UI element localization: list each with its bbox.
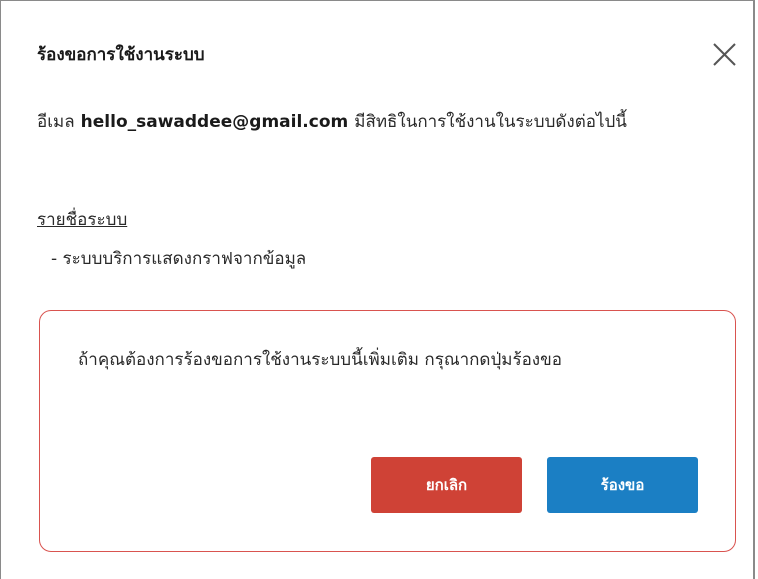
user-email: hello_sawaddee@gmail.com <box>80 112 349 132</box>
system-list-item: - ระบบบริการแสดงกราฟจากข้อมูล <box>51 249 307 269</box>
request-button[interactable]: ร้องขอ <box>547 457 698 513</box>
message-suffix: มีสิทธิในการใช้งานในระบบดังต่อไปนี้ <box>354 112 627 132</box>
system-list: - ระบบบริการแสดงกราฟจากข้อมูล <box>1 245 306 272</box>
cancel-button[interactable]: ยกเลิก <box>371 457 522 513</box>
request-access-dialog: ร้องขอการใช้งานระบบ อีเมล hello_sawaddee@… <box>0 0 755 579</box>
access-message: อีเมล hello_sawaddee@gmail.com มีสิทธิในกา… <box>37 105 727 140</box>
system-list-heading: รายชื่อระบบ <box>37 210 128 230</box>
dialog-title: ร้องขอการใช้งานระบบ <box>37 45 205 65</box>
close-icon <box>713 43 736 66</box>
request-notice-box: ถ้าคุณต้องการร้องขอการใช้งานระบบนี้เพิ่ม… <box>39 310 736 552</box>
message-prefix: อีเมล <box>37 112 75 132</box>
request-notice-text: ถ้าคุณต้องการร้องขอการใช้งานระบบนี้เพิ่ม… <box>78 350 562 370</box>
close-button[interactable] <box>707 39 739 71</box>
